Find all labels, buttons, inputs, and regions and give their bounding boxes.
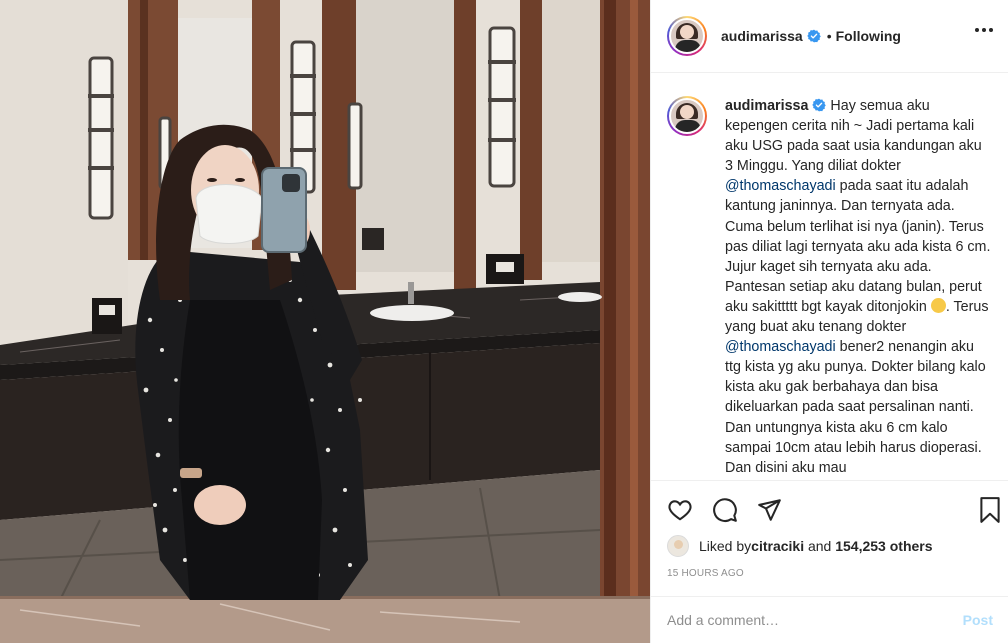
mention-link[interactable]: @thomaschayadi <box>725 178 836 194</box>
caption-author-avatar[interactable] <box>667 96 707 136</box>
comment-icon[interactable] <box>710 495 740 525</box>
paper-plane-icon[interactable] <box>754 495 784 525</box>
post-header: audimarissa • Following <box>651 0 1008 73</box>
verified-badge-icon <box>806 29 821 43</box>
author-avatar[interactable] <box>667 16 707 56</box>
verified-badge-icon <box>812 98 827 112</box>
heart-icon[interactable] <box>665 495 695 525</box>
avatar-image <box>669 98 705 134</box>
separator-dot: • <box>826 28 832 44</box>
caption-text: audimarissa Hay semua aku kepengen cerit… <box>725 96 993 478</box>
post-photo[interactable] <box>0 0 650 643</box>
likes-summary: Liked by citraciki and 154,253 others <box>667 535 933 557</box>
avatar-image <box>669 18 705 54</box>
likes-count[interactable]: 154,253 others <box>835 538 932 554</box>
post-timestamp[interactable]: 15 HOURS AGO <box>667 568 744 579</box>
action-bar <box>651 480 1008 540</box>
caption-body: pada saat itu adalah kantung janinnya. D… <box>725 178 991 315</box>
more-options-icon[interactable] <box>975 28 993 32</box>
likes-middle: and <box>804 538 836 554</box>
caption-section: audimarissa Hay semua aku kepengen cerit… <box>651 74 1008 480</box>
post-side-panel: audimarissa • Following audimarissa Hay … <box>650 0 1008 643</box>
liker-username[interactable]: citraciki <box>751 538 804 554</box>
mention-link[interactable]: @thomaschayadi <box>725 339 836 355</box>
post-comment-button[interactable]: Post <box>963 612 993 628</box>
author-username[interactable]: audimarissa <box>721 28 803 44</box>
bookmark-icon[interactable] <box>975 495 1005 525</box>
comment-input[interactable] <box>667 612 963 628</box>
likes-prefix: Liked by <box>699 538 752 554</box>
caption-row: audimarissa Hay semua aku kepengen cerit… <box>667 96 993 478</box>
disappointed-face-icon <box>930 297 946 313</box>
add-comment-bar: Post <box>651 596 1008 643</box>
caption-body: bener2 nenangin aku ttg kista yg aku pun… <box>725 339 986 476</box>
liker-avatar[interactable] <box>667 535 689 557</box>
caption-username[interactable]: audimarissa <box>725 98 808 114</box>
following-button[interactable]: Following <box>836 28 901 44</box>
